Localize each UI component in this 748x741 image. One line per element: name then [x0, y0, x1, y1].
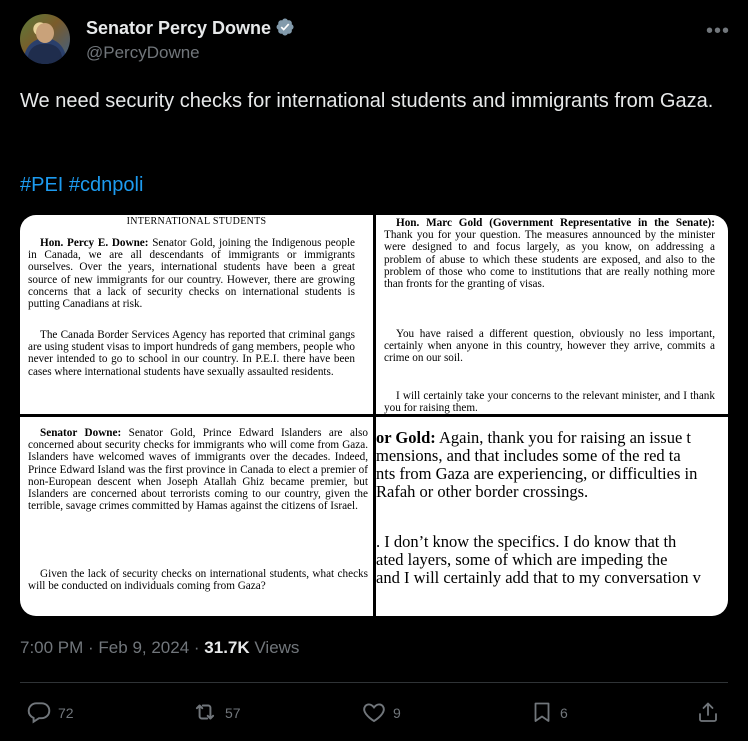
- avatar-body: [28, 44, 62, 64]
- author-handle[interactable]: @PercyDowne: [86, 43, 200, 63]
- action-bar: 72 57 9 6: [20, 698, 728, 728]
- reply-count: 72: [58, 705, 74, 721]
- text-line: and I will certainly add that to my conv…: [376, 568, 701, 587]
- speaker-name: Hon. Marc Gold (Government Representativ…: [396, 217, 715, 229]
- like-count: 9: [393, 705, 401, 721]
- share-icon: [696, 699, 726, 728]
- media-image-top-right[interactable]: Hon. Marc Gold (Government Representativ…: [376, 215, 728, 414]
- separator: ·: [189, 638, 205, 657]
- bookmark-button[interactable]: 6: [530, 698, 568, 728]
- tweet-header: Senator Percy Downe @PercyDowne •••: [20, 14, 730, 70]
- share-button[interactable]: [696, 698, 726, 728]
- media-image-top-left[interactable]: INTERNATIONAL STUDENTS Hon. Percy E. Dow…: [20, 215, 373, 414]
- speaker-name: Hon. Percy E. Downe:: [40, 237, 149, 249]
- repost-button[interactable]: 57: [191, 698, 241, 728]
- text-line: mensions, and that includes some of the …: [376, 446, 681, 465]
- tweet-date[interactable]: Feb 9, 2024: [98, 638, 189, 657]
- tweet-time[interactable]: 7:00 PM: [20, 638, 83, 657]
- text-line: . I don’t know the specifics. I do know …: [376, 532, 677, 551]
- document-paragraph: . I don’t know the specifics. I do know …: [376, 533, 728, 587]
- repost-icon: [191, 699, 225, 728]
- speaker-name: Senator Downe:: [40, 427, 122, 439]
- separator: ·: [83, 638, 99, 657]
- media-image-bottom-left[interactable]: Senator Downe: Senator Gold, Prince Edwa…: [20, 417, 373, 616]
- tweet-hashtags[interactable]: #PEI #cdnpoli: [20, 174, 143, 197]
- media-image-bottom-right[interactable]: or Gold: Again, thank you for raising an…: [376, 417, 728, 616]
- like-button[interactable]: 9: [361, 698, 401, 728]
- text-line: Rafah or other border crossings.: [376, 482, 589, 501]
- document-paragraph: Hon. Marc Gold (Government Representativ…: [384, 217, 715, 290]
- paragraph-text: Thank you for your question. The measure…: [384, 229, 715, 291]
- paragraph-text: Senator Gold, Prince Edward Islanders ar…: [28, 427, 368, 513]
- document-paragraph: Senator Downe: Senator Gold, Prince Edwa…: [28, 427, 368, 512]
- verified-badge-icon[interactable]: [275, 17, 295, 42]
- avatar-face: [36, 23, 54, 43]
- document-paragraph: The Canada Border Services Agency has re…: [28, 329, 355, 378]
- author-name[interactable]: Senator Percy Downe: [86, 18, 271, 38]
- document-paragraph: Hon. Percy E. Downe: Senator Gold, joini…: [28, 237, 355, 310]
- document-paragraph: or Gold: Again, thank you for raising an…: [376, 429, 728, 501]
- document-heading: INTERNATIONAL STUDENTS: [126, 216, 267, 227]
- more-options-icon[interactable]: •••: [706, 20, 730, 43]
- document-paragraph: You have raised a different question, ob…: [384, 328, 715, 365]
- tweet-media-grid[interactable]: INTERNATIONAL STUDENTS Hon. Percy E. Dow…: [20, 215, 728, 616]
- document-paragraph: I will certainly take your concerns to t…: [384, 390, 715, 414]
- reply-button[interactable]: 72: [26, 698, 74, 728]
- text-line: ated layers, some of which are impeding …: [376, 550, 668, 569]
- avatar[interactable]: [20, 14, 70, 64]
- bookmark-icon: [530, 699, 560, 728]
- speaker-name: or Gold:: [376, 428, 436, 447]
- heart-icon: [361, 699, 393, 728]
- tweet-text: We need security checks for internationa…: [20, 90, 714, 112]
- views-label: Views: [249, 638, 300, 657]
- reply-icon: [26, 699, 58, 728]
- bookmark-count: 6: [560, 705, 568, 721]
- text-line: Again, thank you for raising an issue t: [435, 428, 692, 447]
- divider: [20, 682, 728, 683]
- tweet-metadata: 7:00 PM · Feb 9, 2024 · 31.7K Views: [20, 638, 299, 658]
- repost-count: 57: [225, 705, 241, 721]
- author-name-row[interactable]: Senator Percy Downe: [86, 17, 295, 42]
- document-paragraph: Given the lack of security checks on int…: [28, 568, 368, 593]
- text-line: nts from Gaza are experiencing, or diffi…: [376, 464, 698, 483]
- views-count: 31.7K: [204, 638, 250, 657]
